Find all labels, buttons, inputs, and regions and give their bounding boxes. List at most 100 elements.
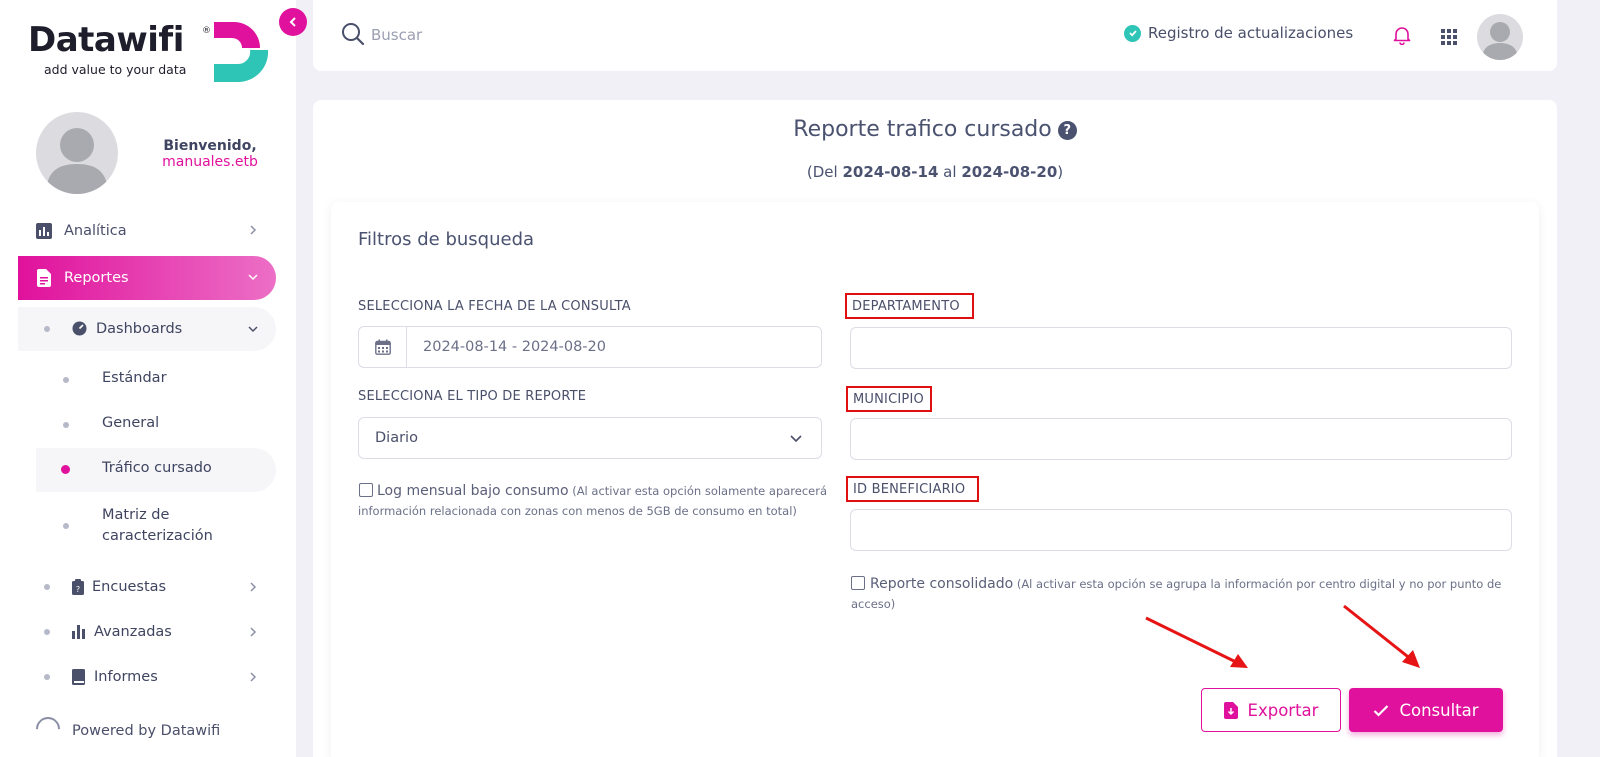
brand-registered-mark: ®: [202, 26, 211, 36]
report-type-value: Diario: [375, 430, 418, 446]
sidebar-item-label: Matriz de caracterización: [102, 507, 213, 544]
datawifi-loader-icon: [31, 712, 65, 746]
user-silhouette-icon: [46, 128, 108, 194]
welcome-username[interactable]: manuales.etb: [150, 154, 270, 170]
user-menu-avatar[interactable]: [1477, 14, 1523, 60]
calendar-icon: [359, 327, 407, 367]
document-icon: [34, 268, 54, 288]
bullet-dot: [44, 674, 50, 680]
check-circle-icon: [1124, 24, 1141, 42]
svg-text:?: ?: [76, 585, 80, 594]
sidebar-item-analitica[interactable]: Analítica: [18, 209, 276, 253]
export-label: Exportar: [1247, 700, 1319, 720]
apps-grid-icon[interactable]: [1441, 29, 1457, 45]
range-prefix: (Del: [806, 163, 843, 181]
chevron-down-icon: [248, 326, 258, 333]
bullet-dot: [63, 523, 69, 529]
sidebar-collapse-button[interactable]: [279, 8, 307, 36]
municipio-label: MUNICIPIO: [846, 386, 932, 412]
export-button[interactable]: Exportar: [1201, 688, 1341, 732]
annotation-arrow-export: [1145, 616, 1248, 668]
sidebar-item-label: Dashboards: [96, 321, 183, 337]
departamento-input[interactable]: [850, 327, 1512, 369]
consult-button[interactable]: Consultar: [1349, 688, 1503, 732]
sidebar-item-encuestas[interactable]: ? Encuestas: [18, 565, 276, 609]
updates-log-link[interactable]: Registro de actualizaciones: [1124, 24, 1353, 42]
bullet-dot: [63, 422, 69, 428]
brand-tagline: add value to your data: [44, 62, 187, 77]
report-type-label: SELECCIONA EL TIPO DE REPORTE: [358, 389, 587, 404]
clipboard-icon: ?: [72, 579, 84, 599]
user-avatar[interactable]: [36, 112, 118, 194]
sidebar-item-estandar[interactable]: Estándar: [36, 370, 276, 392]
check-icon: [1374, 704, 1389, 717]
chevron-right-icon: [250, 627, 257, 637]
updates-log-label: Registro de actualizaciones: [1148, 24, 1354, 42]
sidebar-item-matriz[interactable]: Matriz de caracterización: [36, 505, 276, 549]
sidebar-item-trafico-cursado[interactable]: Tráfico cursado: [36, 448, 276, 492]
bullet-dot: [44, 629, 50, 635]
page-title: Reporte trafico cursado?: [313, 117, 1557, 142]
help-icon[interactable]: ?: [1057, 121, 1077, 140]
beneficiario-label: ID BENEFICIARIO: [846, 476, 980, 502]
chevron-down-icon: [248, 274, 258, 281]
page-title-text: Reporte trafico cursado: [793, 117, 1052, 142]
user-silhouette-icon: [1482, 22, 1518, 60]
consult-label: Consultar: [1399, 700, 1479, 720]
bar-chart-icon: [72, 625, 86, 643]
sidebar: Datawifi ® add value to your data Bienve…: [0, 0, 296, 757]
search-icon[interactable]: [341, 22, 365, 46]
date-range-value: 2024-08-14 - 2024-08-20: [423, 339, 606, 355]
chevron-right-icon: [250, 225, 257, 235]
log-mensual-label: Log mensual bajo consumo: [377, 483, 569, 499]
sidebar-item-label: Avanzadas: [94, 624, 172, 640]
sidebar-item-informes[interactable]: Informes: [18, 655, 276, 699]
file-download-icon: [1223, 701, 1238, 719]
report-type-select[interactable]: Diario: [358, 417, 822, 459]
chart-icon: [34, 221, 54, 241]
welcome-greeting: Bienvenido,: [163, 138, 257, 154]
sidebar-item-label: Encuestas: [92, 579, 167, 595]
date-range-picker[interactable]: 2024-08-14 - 2024-08-20: [358, 326, 822, 368]
beneficiario-input[interactable]: [850, 509, 1512, 551]
book-icon: [72, 669, 85, 689]
range-from: 2024-08-14: [842, 163, 939, 181]
brand-logo[interactable]: Datawifi ® add value to your data: [28, 18, 278, 88]
departamento-label: DEPARTAMENTO: [845, 293, 974, 319]
chevron-right-icon: [250, 672, 257, 682]
sidebar-item-general[interactable]: General: [36, 415, 276, 437]
sidebar-item-label: Estándar: [102, 370, 167, 386]
sidebar-item-label: Tráfico cursado: [102, 460, 212, 476]
powered-by: Powered by Datawifi: [72, 723, 221, 739]
municipio-input[interactable]: [850, 418, 1512, 460]
sidebar-item-label: General: [102, 415, 160, 431]
active-bullet-dot: [61, 465, 70, 474]
sidebar-item-avanzadas[interactable]: Avanzadas: [18, 610, 276, 654]
range-suffix: ): [1057, 163, 1064, 181]
chevron-left-icon: [289, 17, 296, 27]
sidebar-item-label: Reportes: [64, 270, 129, 286]
brand-name: Datawifi: [28, 20, 184, 60]
chevron-down-icon: [790, 435, 802, 443]
topbar: Registro de actualizaciones: [313, 0, 1557, 71]
annotation-arrow-consult: [1343, 604, 1420, 668]
date-label: SELECCIONA LA FECHA DE LA CONSULTA: [358, 299, 631, 314]
logo-d-mark-icon: [214, 22, 268, 83]
sidebar-item-label: Analítica: [64, 223, 127, 239]
sidebar-item-dashboards[interactable]: Dashboards: [18, 307, 276, 351]
sidebar-item-reportes[interactable]: Reportes: [18, 256, 276, 300]
log-mensual-text: Log mensual bajo consumo (Al activar est…: [358, 481, 828, 521]
date-range-summary: (Del 2024-08-14 al 2024-08-20): [313, 163, 1557, 181]
sidebar-item-label: Informes: [94, 669, 158, 685]
welcome-block: Bienvenido, manuales.etb: [150, 138, 270, 170]
bullet-dot: [44, 584, 50, 590]
reporte-consolidado-label: Reporte consolidado: [870, 576, 1014, 592]
bullet-dot: [44, 326, 50, 332]
bell-icon[interactable]: [1393, 25, 1411, 45]
chevron-right-icon: [250, 582, 257, 592]
range-to: 2024-08-20: [961, 163, 1058, 181]
range-mid: al: [938, 163, 962, 181]
dashboard-icon: [72, 321, 87, 340]
search-input[interactable]: [371, 22, 671, 48]
filters-title: Filtros de busqueda: [358, 229, 535, 250]
